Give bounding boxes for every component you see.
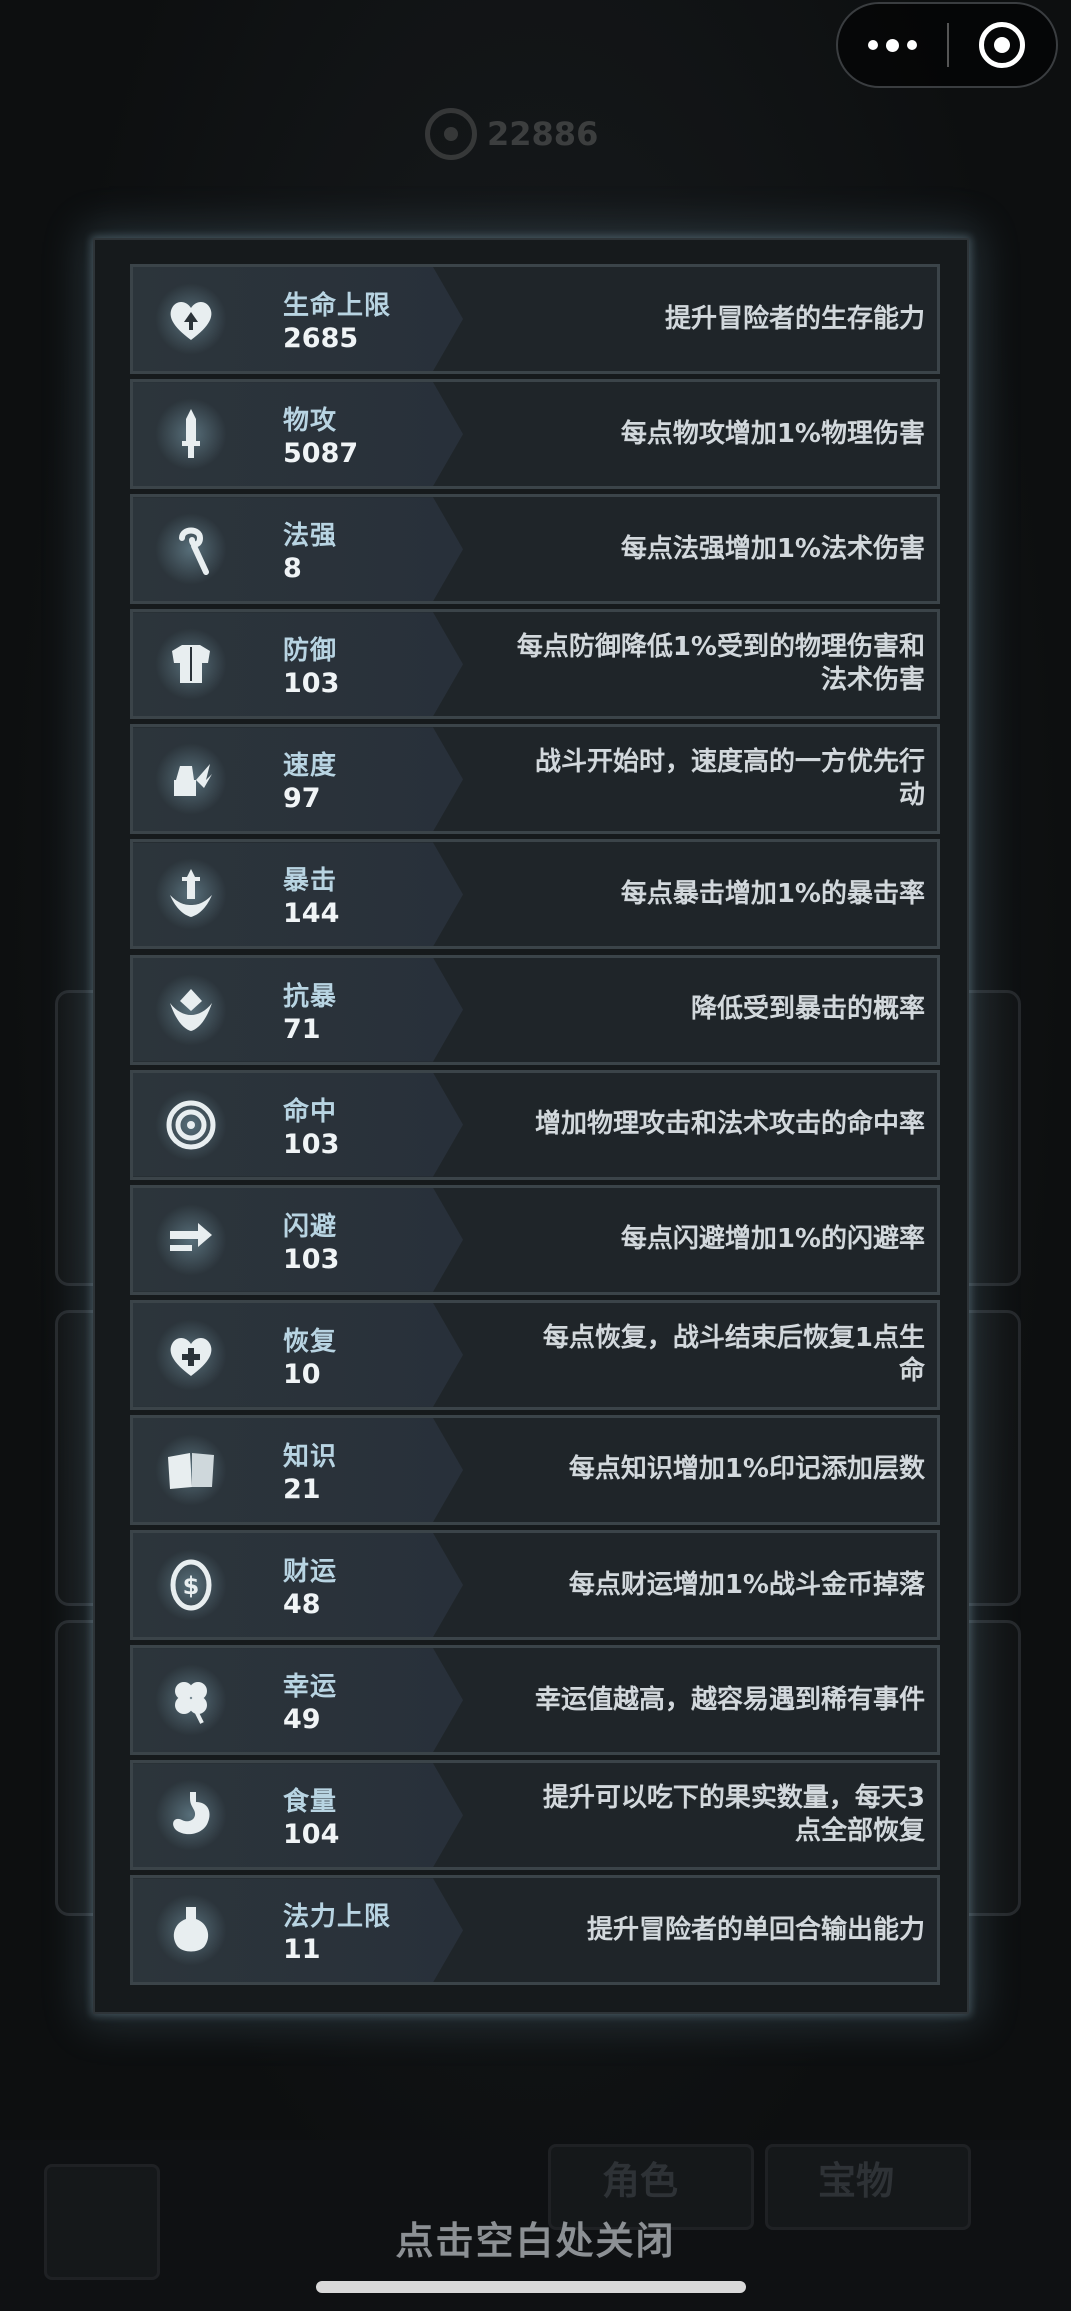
stat-value: 49 — [283, 1704, 321, 1736]
stomach-icon — [155, 1779, 227, 1852]
stat-value: 97 — [283, 783, 321, 815]
stat-description: 幸运值越高，越容易遇到稀有事件 — [534, 1684, 925, 1715]
stat-name: 闪避 — [283, 1211, 338, 1242]
book-icon — [155, 1433, 227, 1506]
stat-name: 恢复 — [283, 1326, 338, 1357]
stat-row: 恢复 10 每点恢复，战斗结束后恢复1点生 命 — [130, 1299, 940, 1410]
close-hint[interactable]: 点击空白处关闭 — [0, 2210, 1071, 2265]
stat-description: 每点财运增加1%战斗金币掉落 — [568, 1569, 925, 1600]
stat-name: 法力上限 — [283, 1902, 392, 1933]
stat-name: 幸运 — [283, 1672, 338, 1703]
stat-description: 每点物攻增加1%物理伤害 — [620, 418, 925, 449]
stat-description: 增加物理攻击和法术攻击的命中率 — [534, 1109, 925, 1140]
stat-description: 每点知识增加1%印记添加层数 — [568, 1454, 925, 1485]
clover-icon — [155, 1664, 227, 1737]
dodge-arrows-icon — [155, 1203, 227, 1276]
stat-description: 提升可以吃下的果实数量，每天3 点全部恢复 — [542, 1783, 925, 1847]
stat-row: 幸运 49 幸运值越高，越容易遇到稀有事件 — [130, 1645, 940, 1756]
heart-up-icon — [155, 283, 227, 355]
stat-row: 防御 103 每点防御降低1%受到的物理伤害和 法术伤害 — [130, 609, 940, 720]
stat-name: 财运 — [283, 1557, 338, 1588]
stat-value: 144 — [283, 898, 340, 930]
stat-row: 知识 21 每点知识增加1%印记添加层数 — [130, 1414, 940, 1525]
crit-sword-icon — [155, 858, 227, 931]
stat-row: 暴击 144 每点暴击增加1%的暴击率 — [130, 839, 940, 950]
stat-name: 暴击 — [283, 866, 338, 897]
stat-description: 战斗开始时，速度高的一方优先行 动 — [534, 747, 925, 811]
stat-name: 食量 — [283, 1787, 338, 1818]
stat-value: 71 — [283, 1013, 321, 1045]
stat-value: 10 — [283, 1358, 321, 1390]
stat-value: 21 — [283, 1473, 321, 1505]
stat-name: 物攻 — [283, 406, 338, 437]
stat-value: 2685 — [283, 323, 359, 354]
coin-icon — [425, 108, 477, 160]
stat-value: 103 — [283, 1243, 340, 1275]
stat-description: 提升冒险者的生存能力 — [664, 303, 925, 334]
armor-icon — [155, 628, 227, 701]
target-close-icon — [979, 22, 1026, 68]
close-app-button[interactable] — [949, 4, 1056, 86]
stat-row: 物攻 5087 每点物攻增加1%物理伤害 — [130, 379, 940, 490]
stat-description: 每点暴击增加1%的暴击率 — [620, 878, 925, 909]
dollar-coin-icon: $ — [155, 1549, 227, 1622]
stat-description: 降低受到暴击的概率 — [690, 994, 925, 1025]
stat-row: 抗暴 71 降低受到暴击的概率 — [130, 954, 940, 1065]
winged-boot-icon — [155, 743, 227, 816]
stat-description: 每点恢复，战斗结束后恢复1点生 命 — [542, 1322, 925, 1386]
tab-role-label: 角色 — [602, 2159, 679, 2203]
more-dots-icon — [907, 40, 917, 50]
stat-name: 抗暴 — [283, 981, 338, 1012]
stat-row: 生命上限 2685 提升冒险者的生存能力 — [130, 264, 940, 374]
stat-value: 11 — [283, 1934, 321, 1966]
stat-description: 每点闪避增加1%的闪避率 — [620, 1224, 925, 1255]
stat-row: 食量 104 提升可以吃下的果实数量，每天3 点全部恢复 — [130, 1760, 940, 1871]
stat-row: $ 财运 48 每点财运增加1%战斗金币掉落 — [130, 1530, 940, 1641]
stat-value: 8 — [283, 553, 302, 585]
mana-flask-icon — [155, 1894, 227, 1967]
coin-value: 22886 — [487, 115, 599, 153]
stat-description: 每点法强增加1%法术伤害 — [620, 533, 925, 564]
more-dots-icon — [886, 38, 899, 52]
stat-name: 法强 — [283, 521, 338, 552]
stat-name: 生命上限 — [283, 291, 392, 321]
staff-icon — [155, 513, 227, 586]
stat-list: 生命上限 2685 提升冒险者的生存能力物攻 5087 每点物攻增加1%物理伤害法强 8 每… — [130, 264, 940, 1990]
stat-row: 命中 103 增加物理攻击和法术攻击的命中率 — [130, 1069, 940, 1180]
stat-description: 每点防御降低1%受到的物理伤害和 法术伤害 — [516, 632, 925, 696]
stat-row: 法强 8 每点法强增加1%法术伤害 — [130, 494, 940, 605]
more-button[interactable] — [838, 4, 947, 86]
target-icon — [155, 1088, 227, 1161]
home-indicator — [316, 2281, 746, 2293]
coin-counter: 22886 — [425, 100, 635, 168]
more-dots-icon — [868, 40, 878, 50]
svg-text:$: $ — [183, 1572, 200, 1600]
stats-dialog: 生命上限 2685 提升冒险者的生存能力物攻 5087 每点物攻增加1%物理伤害法强 8 每… — [93, 238, 969, 2014]
stat-value: 103 — [283, 668, 340, 700]
stat-value: 48 — [283, 1589, 321, 1621]
tab-treasure-label: 宝物 — [818, 2159, 895, 2203]
stat-row: 速度 97 战斗开始时，速度高的一方优先行 动 — [130, 724, 940, 835]
stat-name: 速度 — [283, 751, 338, 782]
stat-row: 法力上限 11 提升冒险者的单回合输出能力 — [130, 1875, 940, 1986]
mini-program-capsule — [836, 2, 1058, 88]
stat-value: 5087 — [283, 438, 359, 470]
stat-name: 知识 — [283, 1441, 338, 1472]
stat-row: 闪避 103 每点闪避增加1%的闪避率 — [130, 1184, 940, 1295]
stat-description: 提升冒险者的单回合输出能力 — [586, 1914, 925, 1945]
stat-value: 103 — [283, 1128, 340, 1160]
stat-name: 防御 — [283, 636, 338, 667]
stat-name: 命中 — [283, 1096, 338, 1127]
stat-value: 104 — [283, 1819, 340, 1851]
crit-shield-icon — [155, 973, 227, 1046]
sword-icon — [155, 398, 227, 471]
heart-plus-icon — [155, 1318, 227, 1391]
